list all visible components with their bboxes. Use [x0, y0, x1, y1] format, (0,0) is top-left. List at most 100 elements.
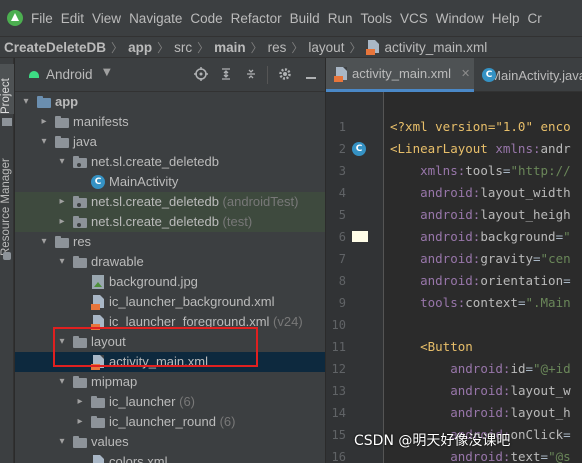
tree-item-label: ic_launcher_round (6) — [109, 414, 235, 429]
tab-activity-main-xml[interactable]: activity_main.xml ✕ — [326, 58, 474, 92]
chevron-right-icon: 〉 — [157, 40, 170, 55]
tree-row-package-android-test[interactable]: ▸ net.sl.create_deletedb (androidTest) — [15, 192, 325, 212]
breadcrumb-src[interactable]: src — [174, 40, 192, 55]
tree-row-ic-launcher-background-file[interactable]: ic_launcher_background.xml — [15, 292, 325, 312]
folder-icon — [2, 118, 12, 126]
menu-item-help[interactable]: Help — [492, 11, 520, 26]
tree-row-values-folder[interactable]: ▾ values — [15, 432, 325, 452]
tree-row-res-folder[interactable]: ▾ res — [15, 232, 325, 252]
class-reference-icon[interactable]: C — [352, 142, 366, 156]
menu-item-run[interactable]: Run — [328, 11, 353, 26]
chevron-right-icon[interactable]: ▸ — [39, 116, 49, 128]
breadcrumb-module[interactable]: app — [128, 40, 152, 55]
locate-icon[interactable] — [193, 66, 209, 82]
tree-row-app-module[interactable]: ▾ app — [15, 92, 325, 112]
tree-row-ic-launcher-round-folder[interactable]: ▸ ic_launcher_round (6) — [15, 412, 325, 432]
expand-all-icon[interactable] — [218, 66, 234, 82]
menu-item-build[interactable]: Build — [290, 11, 320, 26]
tree-row-background-jpg-file[interactable]: background.jpg — [15, 272, 325, 292]
tree-item-name: net.sl.create_deletedb — [91, 194, 219, 209]
project-tool-tab[interactable]: Project — [0, 64, 14, 114]
tree-row-activity-main-xml-file[interactable]: activity_main.xml — [15, 352, 325, 372]
chevron-down-icon[interactable]: ▾ — [57, 436, 67, 448]
code-token: " — [563, 229, 571, 244]
folder-icon — [55, 115, 70, 129]
menu-item-file[interactable]: File — [31, 11, 53, 26]
code-token: "@s — [548, 449, 571, 463]
java-class-icon: C — [91, 175, 106, 189]
code-token: = — [555, 229, 564, 244]
project-view-selector[interactable]: Android — [46, 67, 93, 82]
tree-row-layout-folder[interactable]: ▾ layout — [15, 332, 325, 352]
collapse-all-icon[interactable] — [243, 66, 259, 82]
menu-item-vcs[interactable]: VCS — [400, 11, 428, 26]
menu-item-refactor[interactable]: Refactor — [231, 11, 282, 26]
tree-row-package-test[interactable]: ▸ net.sl.create_deletedb (test) — [15, 212, 325, 232]
resource-manager-tool-tab[interactable]: Resource Manager — [0, 146, 14, 256]
chevron-right-icon[interactable]: ▸ — [57, 196, 67, 208]
code-token: android: — [450, 361, 511, 376]
chevron-down-icon[interactable]: ▾ — [57, 156, 67, 168]
chevron-down-icon[interactable]: ▾ — [57, 336, 67, 348]
tree-row-package-main[interactable]: ▾ net.sl.create_deletedb — [15, 152, 325, 172]
close-icon[interactable]: ✕ — [461, 67, 470, 80]
tree-row-ic-launcher-folder[interactable]: ▸ ic_launcher (6) — [15, 392, 325, 412]
tree-item-label: ic_launcher_foreground.xml (v24) — [109, 314, 303, 329]
tree-row-colors-xml-file[interactable]: colors.xml — [15, 452, 325, 463]
tree-row-ic-launcher-foreground-file[interactable]: ic_launcher_foreground.xml (v24) — [15, 312, 325, 332]
tree-row-drawable-folder[interactable]: ▾ drawable — [15, 252, 325, 272]
line-number: 6 — [338, 230, 346, 244]
chevron-down-icon[interactable]: ▾ — [39, 236, 49, 248]
menu-item-tools[interactable]: Tools — [360, 11, 392, 26]
code-line: android:gravity="cen — [390, 248, 571, 270]
tree-item-suffix: (v24) — [269, 314, 303, 329]
chevron-down-icon[interactable]: ▾ — [21, 96, 31, 108]
tree-row-main-activity-file[interactable]: C MainActivity — [15, 172, 325, 192]
chevron-right-icon[interactable]: ▸ — [57, 216, 67, 228]
chevron-right-icon[interactable]: ▸ — [75, 396, 85, 408]
menu-item-view[interactable]: View — [92, 11, 121, 26]
folder-icon — [55, 135, 70, 149]
tree-row-mipmap-folder[interactable]: ▾ mipmap — [15, 372, 325, 392]
color-preview-swatch[interactable] — [352, 231, 368, 242]
line-number: 14 — [331, 406, 346, 420]
tree-row-java-folder[interactable]: ▾ java — [15, 132, 325, 152]
chevron-right-icon[interactable]: ▸ — [75, 416, 85, 428]
menu-item-edit[interactable]: Edit — [61, 11, 84, 26]
tree-item-name: drawable — [91, 254, 144, 269]
breadcrumb-file[interactable]: activity_main.xml — [384, 40, 487, 55]
tree-item-label: net.sl.create_deletedb (androidTest) — [91, 194, 298, 209]
breadcrumb-res[interactable]: res — [268, 40, 287, 55]
breadcrumb-project[interactable]: CreateDeleteDB — [4, 40, 106, 55]
chevron-down-icon[interactable]: ▾ — [39, 136, 49, 148]
menu-item-code[interactable]: Code — [190, 11, 222, 26]
code-line: android:layout_h — [390, 402, 570, 424]
tab-main-activity-java[interactable]: C MainActivity.java — [476, 58, 582, 92]
code-token: tools — [465, 163, 503, 178]
menu-item-window[interactable]: Window — [436, 11, 484, 26]
breadcrumb-main[interactable]: main — [214, 40, 246, 55]
folder-icon — [73, 375, 88, 389]
menu-item-navigate[interactable]: Navigate — [129, 11, 182, 26]
gear-icon[interactable] — [277, 66, 293, 82]
breadcrumb-layout[interactable]: layout — [308, 40, 344, 55]
chevron-right-icon: 〉 — [250, 40, 263, 55]
chevron-down-icon[interactable]: ▾ — [57, 256, 67, 268]
code-line: <Button — [390, 336, 473, 358]
tree-row-manifests-folder[interactable]: ▸ manifests — [15, 112, 325, 132]
menu-item-cr[interactable]: Cr — [528, 11, 542, 26]
dropdown-arrow-icon[interactable]: ▼ — [103, 67, 111, 78]
chevron-down-icon[interactable]: ▾ — [57, 376, 67, 388]
tree-item-label: background.jpg — [109, 274, 198, 289]
tree-item-label: net.sl.create_deletedb — [91, 154, 219, 169]
xml-file-icon — [91, 315, 106, 330]
line-number: 5 — [338, 208, 346, 222]
package-icon — [73, 215, 88, 229]
module-folder-icon — [37, 95, 52, 109]
tree-item-name: net.sl.create_deletedb — [91, 154, 219, 169]
code-token: ".Main — [525, 295, 571, 310]
minimize-icon[interactable] — [303, 66, 319, 82]
code-editor[interactable]: <?xml version="1.0" enco <LinearLayout xm… — [385, 92, 582, 463]
